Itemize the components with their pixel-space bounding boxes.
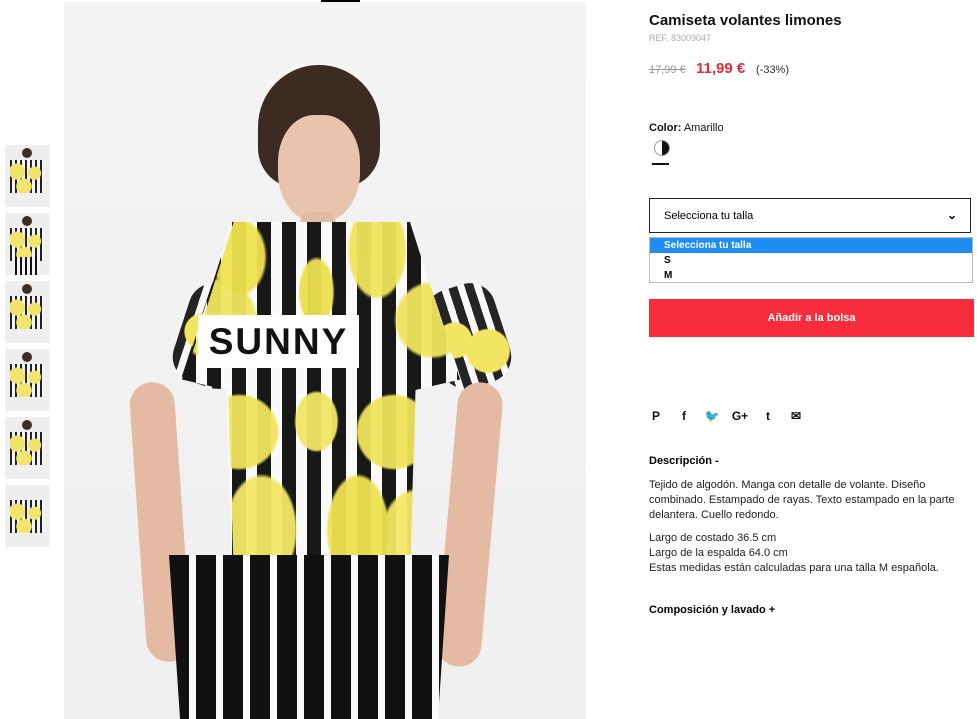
main-product-image[interactable]: SUNNY [64, 2, 586, 719]
description-body: Tejido de algodón. Manga con detalle de … [649, 478, 969, 576]
measurement-line-2: Largo de la espalda 64.0 cm [649, 547, 788, 559]
color-label: Color: [649, 122, 682, 134]
model-face [278, 115, 360, 222]
size-select-value: Selecciona tu talla [664, 210, 754, 222]
thumbnail-list [5, 145, 51, 553]
shirt-print-text: SUNNY [198, 315, 359, 368]
twitter-icon[interactable]: 🐦 [705, 409, 720, 423]
model-pants [169, 555, 449, 719]
old-price: 17,99 € [649, 64, 686, 76]
product-thumbnail-1[interactable] [5, 145, 50, 207]
measurement-line-3: Estas medidas están calculadas para una … [649, 562, 939, 574]
product-thumbnail-4[interactable] [5, 349, 50, 411]
product-thumbnail-3[interactable] [5, 281, 50, 343]
chevron-down-icon: ⌄ [946, 208, 957, 222]
tumblr-icon[interactable]: t [761, 409, 775, 423]
pinterest-icon[interactable]: P [649, 409, 663, 423]
add-to-bag-button[interactable]: Añadir a la bolsa [649, 299, 974, 337]
size-dropdown: Selecciona tu talla S M [649, 237, 973, 283]
product-details-panel: Camiseta volantes limones REF. 83009047 … [649, 0, 977, 719]
share-icons: P f 🐦 G+ t ✉ [649, 409, 803, 423]
measurement-line-1: Largo de costado 36.5 cm [649, 532, 777, 544]
product-thumbnail-6[interactable] [5, 485, 50, 547]
size-select[interactable]: Selecciona tu talla ⌄ [649, 198, 971, 233]
product-thumbnail-2[interactable] [5, 213, 50, 275]
product-title: Camiseta volantes limones [649, 12, 842, 29]
discount-label: (-33%) [756, 64, 790, 76]
description-title[interactable]: Descripción - [649, 455, 719, 467]
composition-title[interactable]: Composición y lavado + [649, 604, 775, 616]
google-plus-icon[interactable]: G+ [732, 409, 748, 423]
size-option-m[interactable]: M [650, 268, 972, 283]
selected-color-indicator [652, 163, 669, 165]
product-thumbnail-5[interactable] [5, 417, 50, 479]
product-reference: REF. 83009047 [649, 33, 712, 43]
description-text: Tejido de algodón. Manga con detalle de … [649, 479, 955, 521]
size-option-placeholder[interactable]: Selecciona tu talla [650, 238, 972, 253]
email-icon[interactable]: ✉ [789, 409, 803, 423]
color-swatch[interactable] [654, 140, 670, 156]
color-row: Color: Amarillo [649, 122, 724, 134]
sale-price: 11,99 € [696, 60, 746, 77]
size-option-s[interactable]: S [650, 253, 972, 268]
color-value: Amarillo [683, 122, 724, 134]
facebook-icon[interactable]: f [677, 409, 691, 423]
